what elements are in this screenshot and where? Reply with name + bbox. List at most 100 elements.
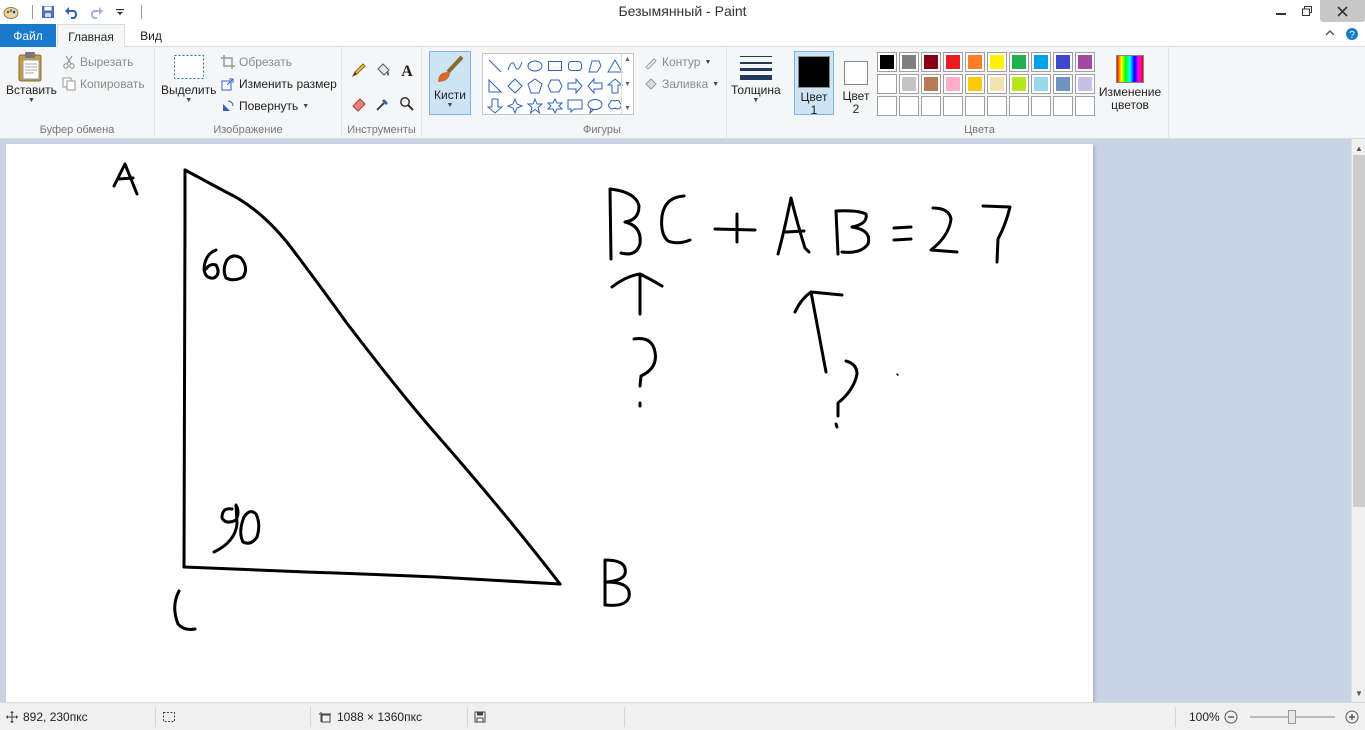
cut-button[interactable]: Вырезать [62,52,133,72]
palette-custom-slot[interactable] [1053,96,1073,116]
palette-color-swatch[interactable] [899,52,919,72]
help-icon[interactable]: ? [1345,27,1359,44]
fill-button[interactable]: Заливка ▼ [644,74,719,94]
magnifier-icon[interactable] [396,93,418,115]
drawing-canvas[interactable] [6,144,1093,702]
color1-button[interactable]: Цвет 1 [794,51,834,117]
scroll-down-icon[interactable]: ▼ [624,81,631,88]
rect-callout-shape-icon[interactable] [565,96,585,116]
scroll-down-icon[interactable]: ▼ [1352,686,1365,700]
polygon-shape-icon[interactable] [585,56,605,76]
pentagon-shape-icon[interactable] [525,76,545,96]
oval-shape-icon[interactable] [525,56,545,76]
hexagon-shape-icon[interactable] [545,76,565,96]
palette-color-swatch[interactable] [1075,52,1095,72]
palette-color-swatch[interactable] [987,52,1007,72]
edit-colors-button[interactable]: Изменение цветов [1097,51,1163,115]
line-shape-icon[interactable] [485,56,505,76]
palette-custom-slot[interactable] [965,96,985,116]
fill-bucket-icon[interactable] [372,59,394,81]
palette-color-swatch[interactable] [1009,52,1029,72]
palette-color-swatch[interactable] [1053,74,1073,94]
tab-view[interactable]: Вид [130,24,172,47]
size-button[interactable]: Толщина ▼ [731,51,781,104]
palette-custom-slot[interactable] [921,96,941,116]
copy-button[interactable]: Копировать [62,74,145,94]
palette-color-swatch[interactable] [1031,52,1051,72]
zoom-out-button[interactable] [1224,703,1238,730]
palette-color-fill [990,77,1004,91]
minimize-icon[interactable] [1268,0,1294,22]
crosshair-icon [6,711,18,723]
palette-custom-slot[interactable] [1031,96,1051,116]
copy-label: Копировать [80,77,145,91]
color2-button[interactable]: Цвет 2 [836,51,876,116]
close-icon[interactable] [1320,0,1365,22]
four-point-star-shape-icon[interactable] [505,96,525,116]
vertical-scrollbar[interactable]: ▲ ▼ [1351,139,1365,702]
select-button[interactable]: Выделить ▼ [161,51,216,104]
rotate-label: Повернуть [239,99,299,113]
restore-icon[interactable] [1294,0,1320,22]
palette-color-swatch[interactable] [965,74,985,94]
five-point-star-shape-icon[interactable] [525,96,545,116]
scroll-up-icon[interactable]: ▲ [1352,141,1365,155]
palette-custom-slot[interactable] [1009,96,1029,116]
tab-home[interactable]: Главная [57,24,125,48]
text-icon[interactable]: A [396,59,418,81]
palette-custom-slot[interactable] [899,96,919,116]
palette-custom-slot[interactable] [987,96,1007,116]
palette-color-swatch[interactable] [921,52,941,72]
rotate-button[interactable]: Повернуть ▼ [221,96,309,116]
right-arrow-shape-icon[interactable] [565,76,585,96]
palette-color-swatch[interactable] [943,52,963,72]
palette-color-swatch[interactable] [877,52,897,72]
brushes-button[interactable]: Кисти ▼ [429,51,471,115]
curve-shape-icon[interactable] [505,56,525,76]
scroll-up-icon[interactable]: ▲ [624,56,631,63]
palette-color-swatch[interactable] [1031,74,1051,94]
gallery-more-icon[interactable]: ▼ [624,105,631,112]
tab-file[interactable]: Файл [0,24,56,47]
color-picker-icon[interactable] [372,93,394,115]
palette-custom-slot[interactable] [877,96,897,116]
tools-group: A Инструменты [342,47,422,139]
rectangle-shape-icon[interactable] [545,56,565,76]
color-palette [877,52,1095,116]
eraser-icon[interactable] [348,93,370,115]
palette-color-swatch[interactable] [1075,74,1095,94]
zoom-level-text: 100% [1189,710,1220,724]
palette-custom-slot[interactable] [943,96,963,116]
shapes-scrollbar[interactable]: ▲ ▼ ▼ [621,54,633,114]
zoom-in-button[interactable] [1345,703,1359,730]
oval-callout-shape-icon[interactable] [585,96,605,116]
right-triangle-shape-icon[interactable] [485,76,505,96]
outline-button[interactable]: Контур ▼ [644,52,711,72]
down-arrow-shape-icon[interactable] [485,96,505,116]
resize-button[interactable]: Изменить размер [221,74,337,94]
paste-button[interactable]: Вставить ▼ [6,51,57,104]
collapse-ribbon-icon[interactable] [1325,27,1335,44]
zoom-slider-thumb[interactable] [1288,710,1296,724]
palette-color-swatch[interactable] [987,74,1007,94]
palette-color-swatch[interactable] [1009,74,1029,94]
palette-color-swatch[interactable] [877,74,897,94]
diamond-shape-icon[interactable] [505,76,525,96]
scrollbar-thumb[interactable] [1353,155,1365,507]
palette-color-swatch[interactable] [965,52,985,72]
zoom-out-icon [1224,710,1238,724]
six-point-star-shape-icon[interactable] [545,96,565,116]
crop-button[interactable]: Обрезать [221,52,292,72]
palette-color-swatch[interactable] [921,74,941,94]
shapes-group: ▲ ▼ ▼ Контур ▼ Заливка ▼ Фигуры [478,47,727,139]
palette-color-swatch[interactable] [899,74,919,94]
palette-custom-slot[interactable] [1075,96,1095,116]
palette-color-swatch[interactable] [943,74,963,94]
palette-color-fill [902,55,916,69]
rounded-rectangle-shape-icon[interactable] [565,56,585,76]
palette-color-swatch[interactable] [1053,52,1073,72]
left-arrow-shape-icon[interactable] [585,76,605,96]
pencil-icon[interactable] [348,59,370,81]
status-separator [155,707,156,727]
palette-color-fill [880,77,894,91]
